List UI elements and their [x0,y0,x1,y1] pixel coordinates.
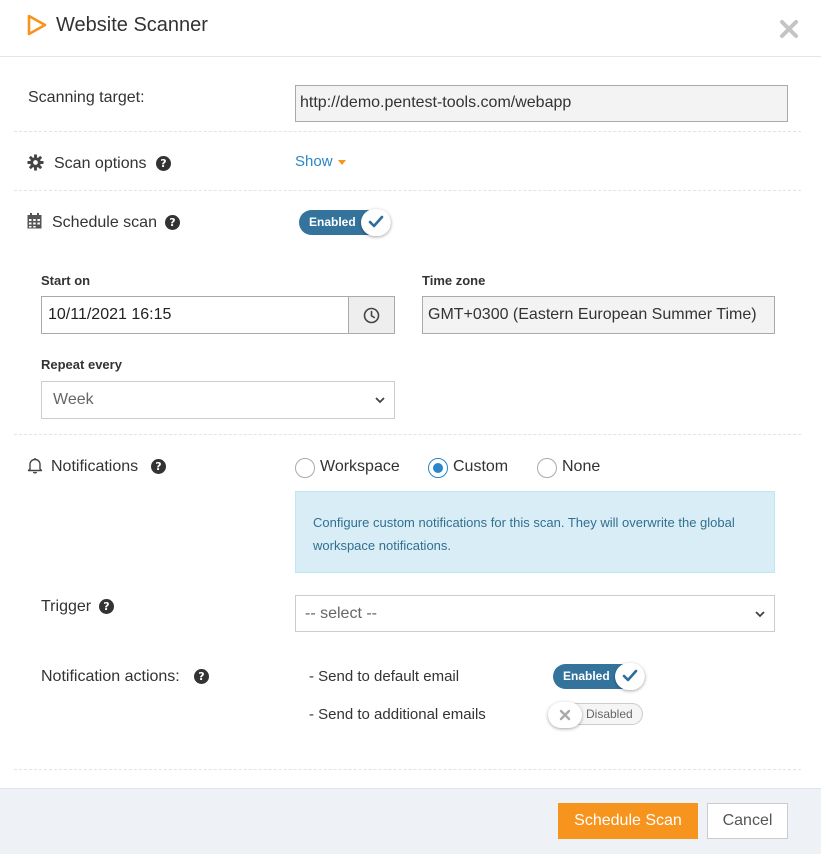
toggle-state-label: Enabled [309,215,356,229]
checkmark-icon [622,669,638,682]
repeat-every-select[interactable]: Week [41,381,395,419]
radio-custom[interactable] [428,458,448,478]
scanning-target-label: Scanning target: [28,89,145,106]
checkmark-icon [368,215,384,228]
notification-actions-label: Notification actions: [41,668,180,685]
help-icon[interactable]: ? [99,599,114,614]
scan-options-label: Scan options [54,155,147,172]
notifications-label: Notifications [51,458,139,475]
toggle-state-label: Enabled [563,669,610,683]
send-additional-emails-toggle[interactable]: Disabled [548,702,643,728]
help-icon[interactable]: ? [165,215,180,230]
chevron-down-icon [375,397,385,404]
toggle-knob [361,209,391,236]
start-on-label: Start on [41,273,91,288]
time-picker-button[interactable] [348,296,395,334]
bell-icon [27,458,43,474]
cancel-button[interactable]: Cancel [707,803,788,839]
divider [14,434,801,435]
radio-none[interactable] [537,458,557,478]
send-default-email-label: - Send to default email [309,668,460,685]
custom-notifications-info: Configure custom notifications for this … [295,491,775,573]
schedule-scan-toggle[interactable]: Enabled [299,209,391,236]
play-triangle-outline-icon [27,14,47,36]
radio-workspace-label: Workspace [320,458,400,475]
divider [14,131,801,132]
schedule-scan-label: Schedule scan [52,214,157,231]
schedule-scan-button[interactable]: Schedule Scan [558,803,698,839]
time-zone-label: Time zone [422,273,486,288]
toggle-knob [548,702,582,728]
start-on-input[interactable]: 10/11/2021 16:15 [41,296,349,334]
radio-none-label: None [562,458,601,475]
trigger-placeholder: -- select -- [305,605,377,622]
time-zone-input[interactable]: GMT+0300 (Eastern European Summer Time) [422,296,775,334]
help-icon[interactable]: ? [156,156,171,171]
radio-workspace[interactable] [295,458,315,478]
radio-custom-label: Custom [453,458,509,475]
dialog-header: Website Scanner [0,0,821,57]
send-default-email-toggle[interactable]: Enabled [553,663,645,690]
repeat-every-value: Week [53,391,94,408]
repeat-every-label: Repeat every [41,357,122,372]
divider [14,190,801,191]
show-link-label: Show [295,153,333,170]
x-icon [559,709,571,721]
toggle-state-label: Disabled [586,707,633,721]
trigger-select[interactable]: -- select -- [295,595,775,632]
toggle-knob [615,663,645,690]
help-icon[interactable]: ? [151,459,166,474]
gear-icon [27,154,44,171]
clock-icon [363,307,380,324]
dialog-title: Website Scanner [56,14,208,36]
scan-options-show-link[interactable]: Show [295,153,346,170]
caret-down-icon [337,159,346,165]
scanning-target-input[interactable]: http://demo.pentest-tools.com/webapp [295,85,788,122]
trigger-label: Trigger [41,598,92,615]
send-additional-emails-label: - Send to additional emails [309,706,486,723]
close-icon[interactable] [778,18,800,40]
calendar-icon [27,213,42,229]
chevron-down-icon [755,611,765,618]
help-icon[interactable]: ? [194,669,209,684]
divider [14,769,801,770]
